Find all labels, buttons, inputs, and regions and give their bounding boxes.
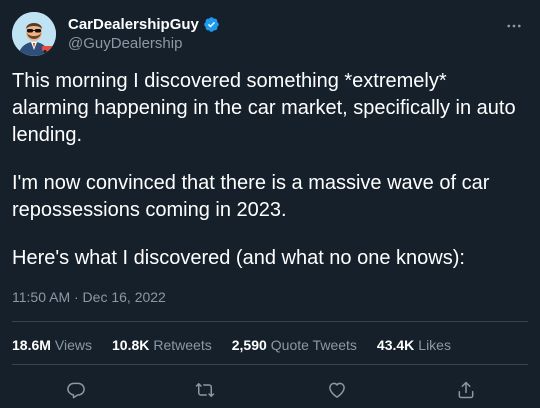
tweet-header: CarDealershipGuy @GuyDealership (12, 10, 528, 60)
retweets-stat[interactable]: 10.8K Retweets (112, 336, 212, 354)
quote-tweets-count: 2,590 (231, 337, 267, 353)
reply-icon[interactable] (64, 378, 88, 402)
views-label: Views (54, 337, 93, 353)
views-count: 18.6M (12, 337, 51, 353)
tweet-text: This morning I discovered something *ext… (12, 68, 522, 272)
tweet-timestamp[interactable]: 11:50 AM · Dec 16, 2022 (12, 288, 166, 306)
tweet-paragraph: This morning I discovered something *ext… (12, 70, 516, 146)
divider (12, 321, 528, 322)
likes-label: Likes (418, 337, 451, 353)
tweet-stats: 18.6M Views 10.8K Retweets 2,590 Quote T… (12, 336, 471, 354)
like-icon[interactable] (325, 378, 349, 402)
retweets-label: Retweets (153, 337, 212, 353)
views-stat[interactable]: 18.6M Views (12, 336, 92, 354)
verified-badge-icon (203, 16, 220, 33)
quote-tweets-stat[interactable]: 2,590 Quote Tweets (232, 336, 357, 354)
author-handle[interactable]: @GuyDealership (68, 34, 220, 54)
quote-tweets-label: Quote Tweets (270, 337, 357, 353)
tweet-actions (0, 378, 540, 402)
likes-stat[interactable]: 43.4K Likes (377, 336, 451, 354)
author-names: CarDealershipGuy @GuyDealership (68, 15, 220, 54)
more-options-icon[interactable] (504, 16, 524, 36)
tweet-paragraph: Here's what I discovered (and what no on… (12, 247, 465, 269)
likes-count: 43.4K (376, 337, 415, 353)
retweet-icon[interactable] (193, 378, 217, 402)
tweet-paragraph: I'm now convinced that there is a massiv… (12, 172, 490, 221)
author-display-name[interactable]: CarDealershipGuy (68, 15, 199, 34)
avatar[interactable] (12, 12, 56, 56)
divider (12, 364, 528, 365)
tweet-card: CarDealershipGuy @GuyDealership This mor… (0, 0, 540, 408)
retweets-count: 10.8K (112, 337, 150, 353)
author-display-name-row[interactable]: CarDealershipGuy (68, 15, 220, 34)
share-icon[interactable] (454, 378, 478, 402)
